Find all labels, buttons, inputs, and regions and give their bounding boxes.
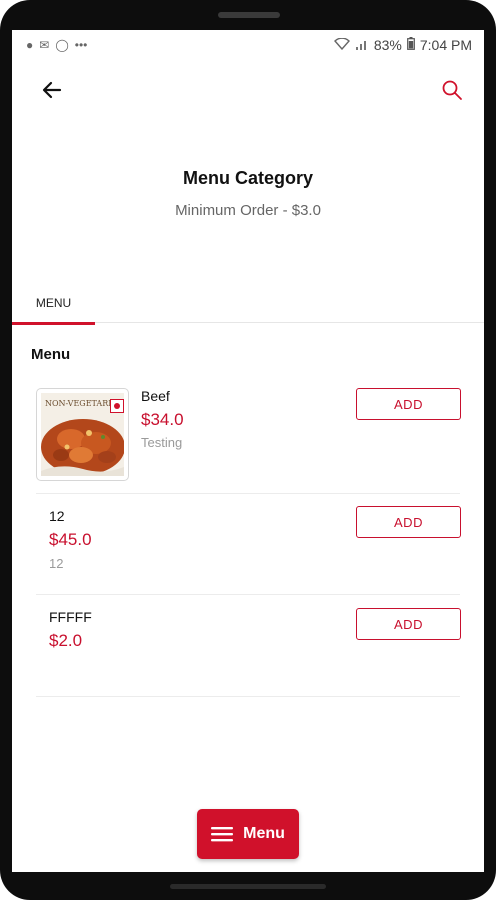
minimum-order-text: Minimum Order - $3.0 <box>175 202 321 219</box>
add-button[interactable]: ADD <box>356 608 461 640</box>
clock: 7:04 PM <box>419 37 472 53</box>
sync-icon: ◯ <box>55 38 69 52</box>
category-tabs: MENU <box>12 282 484 325</box>
item-name: FFFFF <box>49 609 92 625</box>
menu-item: 12 $45.0 12 ADD <box>36 494 461 595</box>
item-image: NON-VEGETARIAN <box>36 388 129 481</box>
signal-icon <box>355 37 369 53</box>
item-price: $34.0 <box>141 410 184 429</box>
section-title: Menu <box>31 346 71 363</box>
status-notification-icons: ● ✉ ◯ ••• <box>26 38 87 52</box>
tab-active-indicator <box>12 322 95 325</box>
phone-bottom-bar <box>170 884 326 889</box>
menu-item-list: NON-VEGETARIAN Beef $34.0 Testing ADD 12… <box>36 372 461 697</box>
hamburger-icon <box>211 827 234 842</box>
floating-menu-label: Menu <box>243 825 285 842</box>
arrow-left-icon <box>42 81 62 99</box>
page-title: Menu Category <box>182 168 314 188</box>
item-photo: NON-VEGETARIAN <box>41 393 124 476</box>
add-button[interactable]: ADD <box>356 388 461 420</box>
phone-frame: ● ✉ ◯ ••• 83% 7:04 PM Menu Category Mini… <box>0 0 496 900</box>
battery-icon <box>406 37 415 53</box>
wifi-icon <box>333 37 350 53</box>
item-price: $45.0 <box>49 530 92 549</box>
gmail-icon: ✉ <box>39 38 50 52</box>
tab-menu[interactable]: MENU <box>12 282 95 325</box>
menu-item: FFFFF $2.0 ADD <box>36 595 461 697</box>
menu-item: NON-VEGETARIAN Beef $34.0 Testing ADD <box>36 372 461 494</box>
add-button[interactable]: ADD <box>356 506 461 538</box>
item-description: 12 <box>49 556 64 571</box>
item-name: 12 <box>49 508 65 524</box>
back-button[interactable] <box>36 74 68 106</box>
status-system-icons: 83% 7:04 PM <box>333 37 472 53</box>
search-button[interactable] <box>436 74 468 106</box>
battery-percent: 83% <box>373 37 402 53</box>
phone-speaker <box>218 12 280 18</box>
item-price: $2.0 <box>49 631 83 650</box>
tab-menu-label: MENU <box>35 295 72 310</box>
item-name: Beef <box>141 388 170 404</box>
search-icon <box>442 80 462 100</box>
more-dots-icon: ••• <box>74 38 88 52</box>
status-bar: ● ✉ ◯ ••• 83% 7:04 PM <box>12 30 484 60</box>
floating-menu-button[interactable]: Menu <box>197 809 299 859</box>
item-description: Testing <box>141 435 183 450</box>
non-veg-badge-icon <box>110 399 124 413</box>
app-screen: ● ✉ ◯ ••• 83% 7:04 PM Menu Category Mini… <box>12 30 484 872</box>
tinder-icon: ● <box>26 38 34 52</box>
